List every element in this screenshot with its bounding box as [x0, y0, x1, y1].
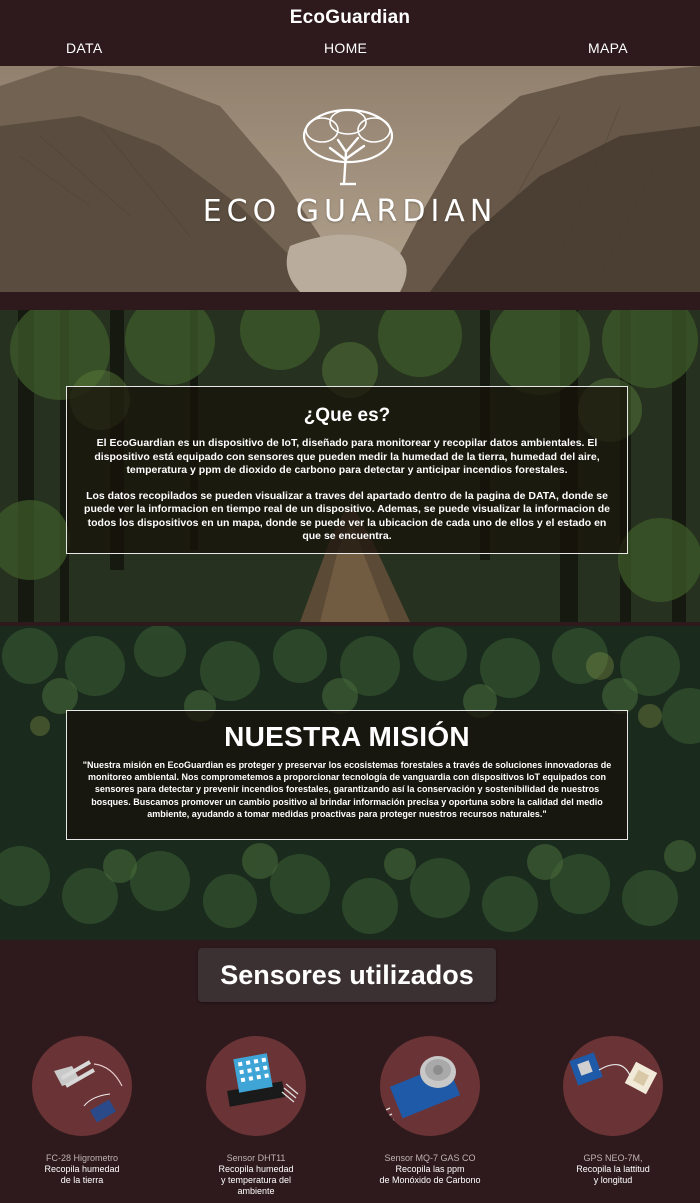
sensor-name: Sensor DHT11	[226, 1153, 286, 1163]
gps-module-icon	[569, 1052, 658, 1095]
sensor-image-dht11	[206, 1036, 306, 1136]
sensor-name: FC-28 Higrometro	[45, 1153, 119, 1163]
que-es-paragraph-1: El EcoGuardian es un dispositivo de IoT,…	[94, 437, 600, 476]
mision-title: NUESTRA MISIÓN	[224, 721, 470, 752]
hero-banner: ECO GUARDIAN	[0, 66, 700, 292]
soil-moisture-sensor-icon	[54, 1060, 123, 1123]
sensor-desc-line: Recopila las ppm	[395, 1164, 465, 1174]
temperature-humidity-sensor-icon	[227, 1053, 299, 1107]
sensor-desc-line: Recopila humedad	[44, 1164, 120, 1174]
sensor-image-mq7	[380, 1036, 480, 1136]
sensors-heading: Sensores utilizados	[198, 948, 496, 1002]
sensor-card-gps: GPS NEO-7M, Recopila la lattitud y longi…	[538, 1036, 688, 1186]
sensor-desc-line: de Monóxido de Carbono	[379, 1175, 481, 1185]
sensor-desc-line: y temperatura del	[220, 1175, 292, 1185]
sensor-desc-line: y longitud	[593, 1175, 633, 1185]
sensor-desc-line: ambiente	[237, 1186, 275, 1196]
section-que-es: ¿Que es? El EcoGuardian es un dispositiv…	[0, 310, 700, 622]
que-es-title: ¿Que es?	[303, 405, 391, 426]
sensor-card-mq7: Sensor MQ-7 GAS CO Recopila las ppm de M…	[355, 1036, 505, 1186]
que-es-paragraph-2: Los datos recopilados se pueden visualiz…	[84, 489, 610, 543]
mision-card: NUESTRA MISIÓN "Nuestra misión en EcoGua…	[66, 710, 628, 840]
sensor-image-fc28	[32, 1036, 132, 1136]
site-header: EcoGuardian DATA HOME MAPA	[0, 0, 700, 66]
nav-link-mapa[interactable]: MAPA	[588, 40, 628, 56]
sensor-name: Sensor MQ-7 GAS CO	[384, 1153, 476, 1163]
site-title: EcoGuardian	[289, 7, 411, 28]
mision-text: "Nuestra misión en EcoGuardian es proteg…	[82, 760, 612, 819]
tree-logo-icon	[302, 108, 394, 186]
hero-brand-text: ECO GUARDIAN	[202, 194, 498, 229]
sensor-desc-line: Recopila la lattitud	[576, 1164, 650, 1174]
sensor-card-fc28: FC-28 Higrometro Recopila humedad de la …	[7, 1036, 157, 1186]
sensor-desc-line: de la tierra	[60, 1175, 104, 1185]
sensor-card-dht11: Sensor DHT11 Recopila humedad y temperat…	[181, 1036, 331, 1197]
nav-link-home[interactable]: HOME	[324, 40, 367, 56]
gas-sensor-icon	[381, 1056, 461, 1125]
sensor-desc-line: Recopila humedad	[218, 1164, 294, 1174]
sensor-image-gps	[563, 1036, 663, 1136]
section-divider	[0, 292, 700, 310]
sensor-name: GPS NEO-7M,	[583, 1153, 643, 1163]
nav-link-data[interactable]: DATA	[66, 40, 102, 56]
que-es-card: ¿Que es? El EcoGuardian es un dispositiv…	[66, 386, 628, 554]
section-mision: NUESTRA MISIÓN "Nuestra misión en EcoGua…	[0, 626, 700, 940]
